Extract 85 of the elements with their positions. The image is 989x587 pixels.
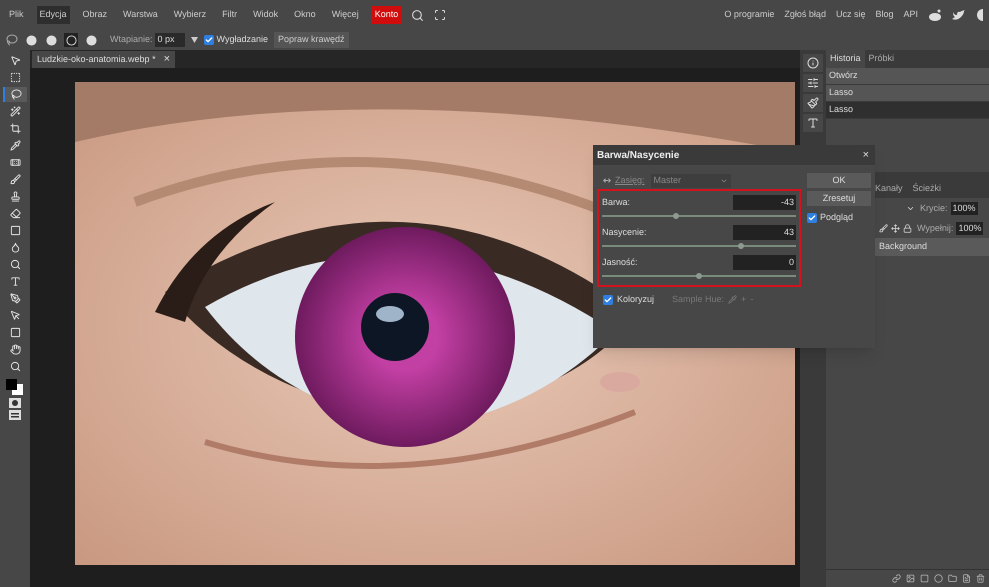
brush-settings-icon[interactable] [803, 94, 823, 112]
checkbox[interactable] [204, 35, 214, 45]
history-item[interactable]: Otwórz [826, 68, 989, 85]
opacity-label: Krycie: [920, 202, 948, 215]
dialog-button[interactable]: OK [807, 173, 871, 188]
fill-label: Wypełnij: [917, 222, 954, 235]
menu-item[interactable]: Widok [250, 6, 282, 24]
close-tab-button[interactable]: × [164, 54, 170, 65]
fullscreen-icon[interactable] [434, 9, 446, 21]
slider-value-field[interactable]: -43 [733, 195, 796, 210]
search-icon[interactable] [411, 8, 424, 22]
menu-item[interactable]: Warstwa [120, 6, 161, 24]
lock-pixels-icon[interactable] [879, 224, 888, 233]
menu-item[interactable]: Konto [372, 6, 402, 24]
bird-icon[interactable] [952, 10, 965, 20]
history-item[interactable]: Lasso [826, 102, 989, 119]
range-value: Master [654, 174, 682, 187]
lock-position-icon[interactable] [891, 224, 900, 233]
range-dropdown[interactable]: Master [650, 174, 731, 188]
selection-mode-icon[interactable] [44, 33, 58, 47]
header-link[interactable]: Ucz się [836, 8, 866, 22]
link-icon[interactable] [892, 574, 901, 583]
circle-logo-icon[interactable] [975, 9, 983, 21]
layer-style-icon[interactable] [906, 574, 915, 583]
range-label: Zasięg: [615, 174, 645, 187]
document-tab-title: Ludzkie-oko-anatomia.webp * [37, 52, 156, 66]
menu-item[interactable]: Okno [291, 6, 319, 24]
character-icon[interactable] [803, 114, 823, 132]
slider-label: Barwa: [602, 196, 630, 209]
slider-label: Jasność: [602, 256, 638, 269]
dialog-title: Barwa/Nasycenie [597, 148, 680, 162]
dialog-button[interactable]: Zresetuj [807, 191, 871, 206]
document-tab[interactable]: Ludzkie-oko-anatomia.webp * × [32, 51, 176, 68]
header-link[interactable]: Zgłoś błąd [784, 8, 826, 22]
feather-field[interactable]: 0 px [154, 33, 185, 47]
trash-icon[interactable] [976, 574, 985, 583]
selection-mode-icon[interactable] [64, 33, 78, 47]
menu-item[interactable]: Wybierz [170, 6, 210, 24]
lasso-tool-icon[interactable] [3, 87, 27, 102]
adjustments-icon[interactable] [803, 74, 823, 92]
double-arrow-icon [603, 178, 611, 183]
history-item[interactable]: Lasso [826, 85, 989, 102]
checkbox-label: Podgląd [820, 211, 854, 224]
blend-mode-dropdown-icon[interactable] [906, 204, 915, 213]
slider-thumb[interactable] [738, 243, 744, 249]
checkbox[interactable] [807, 212, 817, 223]
panel-tab[interactable]: Historia [826, 50, 865, 68]
screen-mode-icon[interactable] [9, 410, 21, 420]
menu-item[interactable]: Filtr [219, 6, 240, 24]
feather-label: Wtapianie: [110, 33, 153, 46]
opacity-field[interactable]: 100% [950, 202, 978, 216]
dropdown-arrow-icon[interactable] [190, 37, 198, 43]
folder-icon[interactable] [948, 574, 957, 583]
header-link[interactable]: O programie [724, 8, 774, 22]
color-swatches-icon[interactable] [5, 378, 25, 396]
adjustment-layer-icon[interactable] [934, 574, 943, 583]
slider-value-field[interactable]: 0 [733, 255, 796, 270]
info-icon[interactable] [803, 54, 823, 72]
menu-item[interactable]: Edycja [36, 6, 70, 24]
checkbox[interactable] [603, 294, 613, 305]
lasso-icon[interactable] [6, 34, 18, 46]
checkbox-label: Wygładzanie [216, 33, 268, 46]
quick-mask-icon[interactable] [9, 398, 21, 408]
mask-icon[interactable] [920, 574, 929, 583]
menu-item[interactable]: Więcej [328, 6, 362, 24]
selection-mode-icon[interactable] [84, 33, 98, 47]
header-link[interactable]: API [903, 8, 918, 22]
checkbox-label: Koloryzuj [617, 293, 654, 306]
selection-mode-icon[interactable] [24, 33, 38, 47]
fill-field[interactable]: 100% [956, 222, 984, 236]
header-link[interactable]: Blog [875, 8, 894, 22]
menu-item[interactable]: Obraz [80, 6, 110, 24]
panel-tab[interactable]: Ścieżki [908, 180, 946, 198]
panel-tab[interactable]: Próbki [864, 50, 898, 68]
close-dialog-button[interactable]: × [862, 146, 869, 164]
slider-value-field[interactable]: 43 [733, 225, 796, 240]
slider-thumb[interactable] [696, 273, 702, 279]
slider-thumb[interactable] [672, 213, 679, 219]
panel-tab[interactable]: Kanały [871, 180, 907, 198]
alien-icon[interactable] [928, 9, 942, 21]
new-layer-icon[interactable] [962, 574, 971, 583]
lock-icon[interactable] [903, 224, 912, 233]
menu-item[interactable]: Plik [6, 6, 27, 24]
refine-edge-button[interactable]: Popraw krawędź [274, 32, 349, 48]
slider-label: Nasycenie: [602, 226, 647, 239]
